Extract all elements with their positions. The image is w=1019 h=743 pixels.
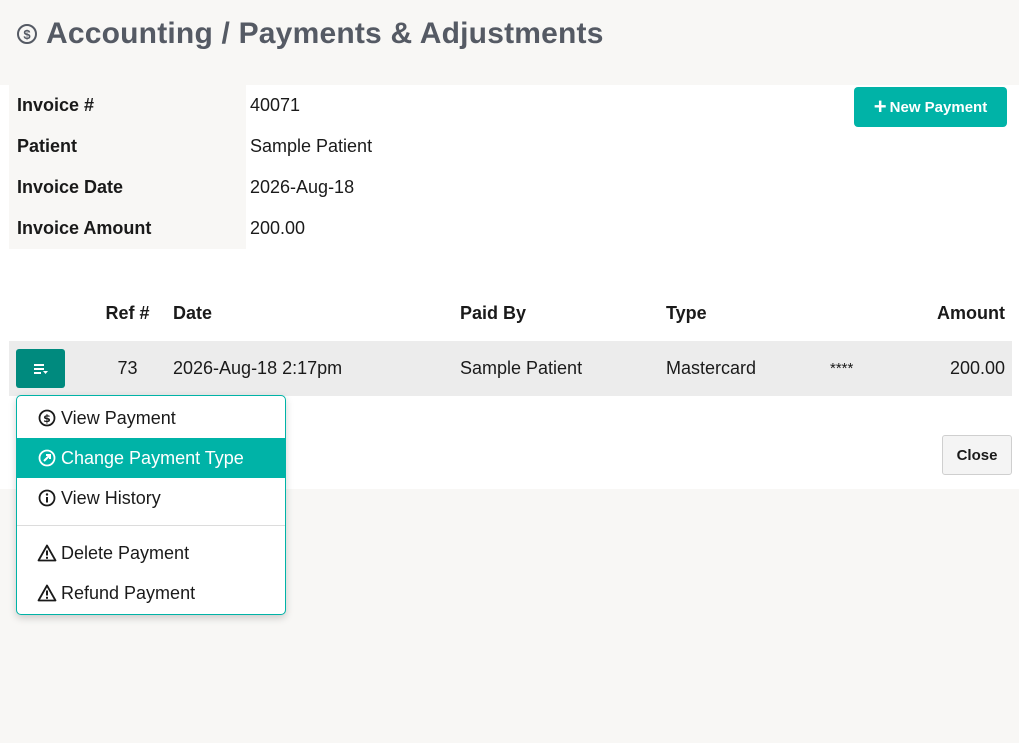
- menu-item-delete-payment[interactable]: Delete Payment: [17, 533, 285, 573]
- header-paid-by: Paid By: [460, 302, 527, 323]
- warning-triangle-icon: [37, 543, 57, 563]
- info-row-invoice-number: Invoice # 40071: [9, 85, 372, 126]
- header-type: Type: [666, 302, 707, 323]
- menu-item-refund-payment[interactable]: Refund Payment: [17, 573, 285, 613]
- info-row-invoice-date: Invoice Date 2026-Aug-18: [9, 167, 372, 208]
- info-circle-icon: [37, 488, 57, 508]
- payments-table: Ref # Date Paid By Type Amount 73 2026-A…: [9, 285, 1012, 396]
- arrow-up-right-circle-icon: [37, 448, 57, 468]
- dollar-circle-icon: $: [17, 24, 37, 44]
- cell-type: Mastercard: [666, 358, 757, 378]
- svg-text:$: $: [43, 412, 51, 425]
- menu-item-label: View Payment: [61, 407, 176, 428]
- cell-ref: 73: [117, 358, 138, 378]
- row-actions-menu: $ View Payment Change Payment Type View …: [16, 395, 286, 615]
- info-label: Invoice Amount: [9, 208, 246, 249]
- menu-item-view-payment[interactable]: $ View Payment: [17, 398, 285, 438]
- new-payment-button[interactable]: + New Payment: [854, 87, 1007, 127]
- dollar-circle-icon: $: [37, 408, 57, 428]
- table-row: 73 2026-Aug-18 2:17pm Sample Patient Mas…: [9, 341, 1012, 396]
- info-value: Sample Patient: [250, 136, 373, 156]
- header-amount: Amount: [937, 302, 1005, 323]
- warning-triangle-icon: [37, 583, 57, 603]
- invoice-info: Invoice # 40071 Patient Sample Patient I…: [9, 85, 372, 249]
- info-label: Invoice #: [9, 85, 246, 126]
- close-button[interactable]: Close: [942, 435, 1012, 475]
- page-title: $ Accounting / Payments & Adjustments: [17, 17, 604, 51]
- menu-item-change-payment-type[interactable]: Change Payment Type: [17, 438, 285, 478]
- page-header: $ Accounting / Payments & Adjustments: [0, 0, 1019, 85]
- info-value: 200.00: [250, 218, 306, 238]
- info-label: Patient: [9, 126, 246, 167]
- cell-date: 2026-Aug-18 2:17pm: [173, 358, 343, 378]
- page-title-text: Accounting / Payments & Adjustments: [46, 17, 604, 50]
- row-actions: [9, 349, 82, 388]
- cell-card-mask: ****: [830, 360, 854, 377]
- info-row-invoice-amount: Invoice Amount 200.00: [9, 208, 372, 249]
- info-value: 2026-Aug-18: [250, 177, 355, 197]
- menu-item-label: Delete Payment: [61, 542, 190, 563]
- cell-paid-by: Sample Patient: [460, 358, 583, 378]
- info-value: 40071: [250, 95, 301, 115]
- menu-item-label: Change Payment Type: [61, 447, 244, 468]
- row-actions-button[interactable]: [16, 349, 65, 388]
- cell-amount: 200.00: [949, 358, 1005, 378]
- menu-item-label: View History: [61, 487, 161, 508]
- info-row-patient: Patient Sample Patient: [9, 126, 372, 167]
- table-header: Ref # Date Paid By Type Amount: [9, 285, 1012, 341]
- new-payment-label: New Payment: [889, 98, 988, 116]
- menu-list-icon: [33, 363, 48, 374]
- menu-item-view-history[interactable]: View History: [17, 478, 285, 518]
- header-date: Date: [173, 302, 213, 323]
- menu-item-label: Refund Payment: [61, 582, 196, 603]
- menu-divider: [17, 525, 285, 526]
- info-label: Invoice Date: [9, 167, 246, 208]
- plus-icon: +: [873, 94, 887, 119]
- header-ref: Ref #: [105, 302, 150, 323]
